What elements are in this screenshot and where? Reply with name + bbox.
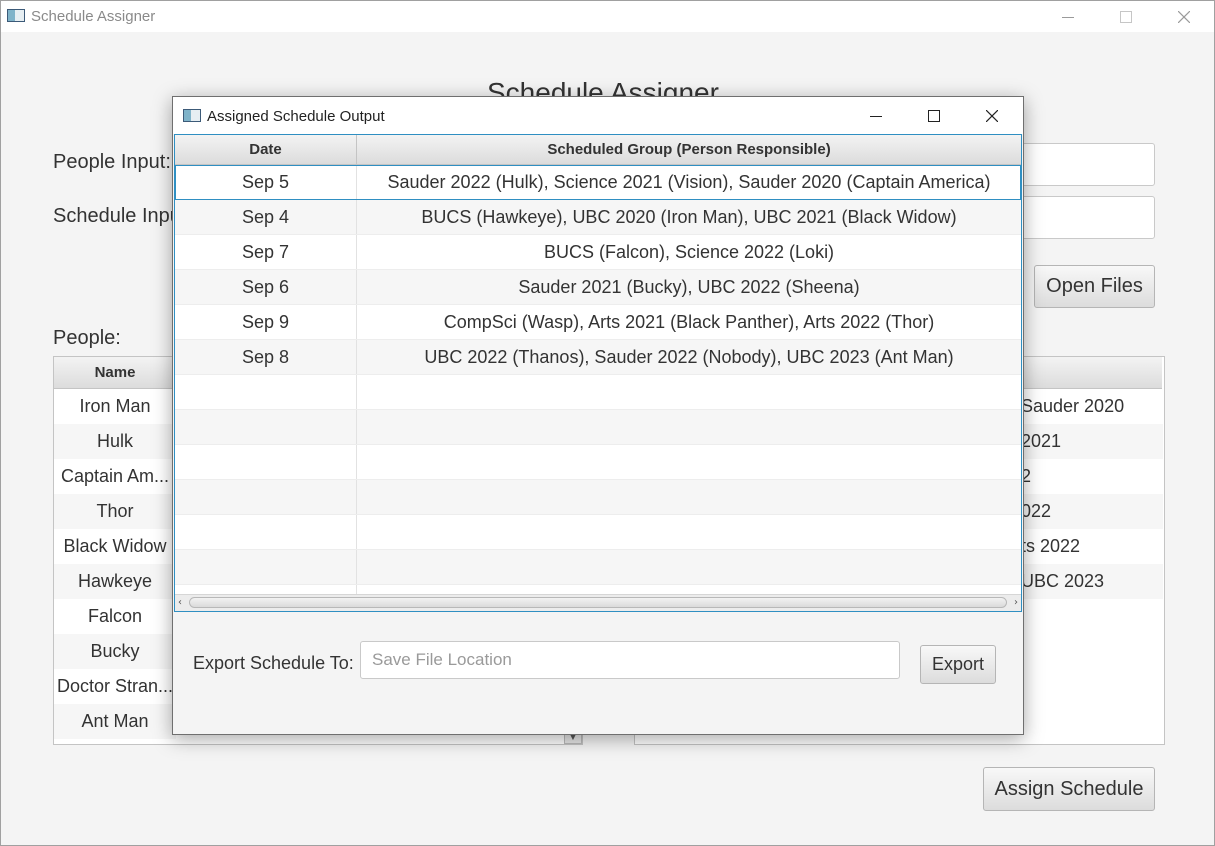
table-body: Sep 5 Sauder 2022 (Hulk), Science 2021 (… bbox=[175, 165, 1021, 611]
people-rows: Iron Man Hulk Captain Am... Thor Black W… bbox=[54, 389, 176, 739]
minimize-icon[interactable] bbox=[847, 97, 905, 134]
people-input-label: People Input: bbox=[53, 151, 171, 173]
empty-row bbox=[175, 445, 1021, 480]
assigned-schedule-table[interactable]: Date Scheduled Group (Person Responsible… bbox=[174, 134, 1022, 612]
date-cell: Sep 7 bbox=[175, 235, 357, 269]
list-item[interactable]: UBC 2023 bbox=[1013, 564, 1163, 599]
list-item[interactable]: Doctor Stran... bbox=[54, 669, 176, 704]
table-row[interactable]: Sep 5 Sauder 2022 (Hulk), Science 2021 (… bbox=[175, 165, 1021, 200]
schedule-rows: Sauder 2020 2021 2 022 ts 2022 UBC 2023 bbox=[1013, 389, 1163, 599]
window-title: Schedule Assigner bbox=[31, 8, 156, 25]
export-button[interactable]: Export bbox=[920, 645, 996, 684]
empty-row bbox=[175, 375, 1021, 410]
list-item[interactable]: Black Widow bbox=[54, 529, 176, 564]
list-item[interactable]: Ant Man bbox=[54, 704, 176, 739]
dialog-app-icon bbox=[183, 109, 201, 122]
date-cell: Sep 6 bbox=[175, 270, 357, 304]
group-cell: BUCS (Hawkeye), UBC 2020 (Iron Man), UBC… bbox=[421, 206, 957, 227]
list-item[interactable]: Bucky bbox=[54, 634, 176, 669]
list-item[interactable]: 2021 bbox=[1013, 424, 1163, 459]
group-cell: UBC 2022 (Thanos), Sauder 2022 (Nobody),… bbox=[424, 346, 954, 367]
save-location-input[interactable]: Save File Location bbox=[360, 641, 900, 679]
close-icon[interactable] bbox=[1161, 1, 1207, 32]
list-item[interactable]: ts 2022 bbox=[1013, 529, 1163, 564]
list-item[interactable]: Sauder 2020 bbox=[1013, 389, 1163, 424]
date-column-header[interactable]: Date bbox=[175, 135, 357, 164]
group-cell: Sauder 2021 (Bucky), UBC 2022 (Sheena) bbox=[518, 276, 860, 297]
horizontal-scrollbar[interactable]: ‹ › bbox=[175, 594, 1021, 611]
date-cell: Sep 4 bbox=[175, 200, 357, 234]
group-column-header[interactable]: Scheduled Group (Person Responsible) bbox=[357, 135, 1021, 164]
scroll-left-icon[interactable]: ‹ bbox=[178, 598, 182, 608]
empty-row bbox=[175, 410, 1021, 445]
minimize-icon[interactable] bbox=[1045, 1, 1091, 32]
empty-row bbox=[175, 515, 1021, 550]
list-item[interactable]: Hulk bbox=[54, 424, 176, 459]
table-row[interactable]: Sep 4 BUCS (Hawkeye), UBC 2020 (Iron Man… bbox=[175, 200, 1021, 235]
maximize-icon[interactable] bbox=[1103, 1, 1149, 32]
output-dialog: Assigned Schedule Output Date Scheduled … bbox=[172, 96, 1024, 735]
group-cell: BUCS (Falcon), Science 2022 (Loki) bbox=[543, 241, 835, 262]
list-item[interactable]: Falcon bbox=[54, 599, 176, 634]
list-item[interactable]: 022 bbox=[1013, 494, 1163, 529]
name-column-header[interactable]: Name bbox=[54, 357, 176, 389]
export-label: Export Schedule To: bbox=[193, 653, 354, 673]
date-cell: Sep 8 bbox=[175, 340, 357, 374]
list-item[interactable]: Thor bbox=[54, 494, 176, 529]
list-item[interactable]: Iron Man bbox=[54, 389, 176, 424]
date-cell: Sep 9 bbox=[175, 305, 357, 339]
people-label: People: bbox=[53, 327, 121, 349]
table-row[interactable]: Sep 6 Sauder 2021 (Bucky), UBC 2022 (She… bbox=[175, 270, 1021, 305]
table-row[interactable]: Sep 9 CompSci (Wasp), Arts 2021 (Black P… bbox=[175, 305, 1021, 340]
date-cell: Sep 5 bbox=[175, 165, 357, 199]
scroll-right-icon[interactable]: › bbox=[1014, 598, 1018, 608]
group-cell: CompSci (Wasp), Arts 2021 (Black Panther… bbox=[443, 311, 935, 332]
main-titlebar[interactable]: Schedule Assigner bbox=[1, 1, 1214, 32]
dialog-title: Assigned Schedule Output bbox=[207, 108, 385, 125]
maximize-icon[interactable] bbox=[905, 97, 963, 134]
app-icon bbox=[7, 9, 25, 22]
list-item[interactable]: Captain Am... bbox=[54, 459, 176, 494]
list-item[interactable]: 2 bbox=[1013, 459, 1163, 494]
empty-row bbox=[175, 480, 1021, 515]
table-header: Date Scheduled Group (Person Responsible… bbox=[175, 135, 1021, 165]
scrollbar-thumb[interactable] bbox=[189, 597, 1007, 608]
open-files-button[interactable]: Open Files bbox=[1034, 265, 1155, 308]
assign-schedule-button[interactable]: Assign Schedule bbox=[983, 767, 1155, 811]
close-icon[interactable] bbox=[963, 97, 1021, 134]
empty-row bbox=[175, 550, 1021, 585]
dialog-titlebar[interactable]: Assigned Schedule Output bbox=[173, 97, 1023, 134]
list-item[interactable]: Hawkeye bbox=[54, 564, 176, 599]
table-row[interactable]: Sep 7 BUCS (Falcon), Science 2022 (Loki) bbox=[175, 235, 1021, 270]
group-cell: Sauder 2022 (Hulk), Science 2021 (Vision… bbox=[387, 171, 991, 192]
table-row[interactable]: Sep 8 UBC 2022 (Thanos), Sauder 2022 (No… bbox=[175, 340, 1021, 375]
